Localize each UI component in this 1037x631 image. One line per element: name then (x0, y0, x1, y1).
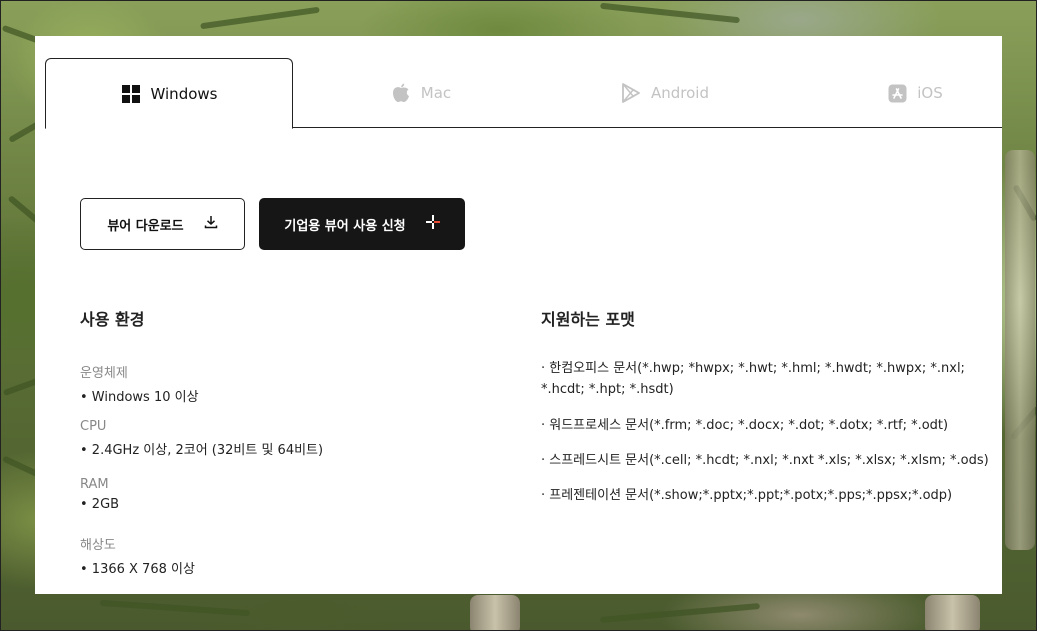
format-item-word: · 워드프로세스 문서(*.frm; *.doc; *.docx; *.dot;… (541, 418, 949, 433)
viewer-download-button[interactable]: 뷰어 다운로드 (80, 198, 245, 250)
spec-label: CPU (80, 419, 107, 434)
spec-ram: RAM • 2GB (80, 477, 119, 512)
windows-icon (121, 84, 141, 104)
tab-label: Windows (150, 84, 218, 103)
tab-mac[interactable]: Mac (331, 58, 511, 128)
spec-value: • 2.4GHz 이상, 2코어 (32비트 및 64비트) (80, 443, 324, 458)
spec-os: 운영체제 • Windows 10 이상 (80, 362, 199, 405)
spec-value: • 2GB (80, 497, 120, 512)
button-label: 기업용 뷰어 사용 신청 (284, 218, 406, 234)
tab-android[interactable]: Android (575, 58, 755, 128)
enterprise-viewer-apply-button[interactable]: 기업용 뷰어 사용 신청 (259, 198, 465, 250)
spec-value: • 1366 X 768 이상 (80, 562, 195, 577)
spec-resolution: 해상도 • 1366 X 768 이상 (80, 534, 195, 577)
spec-label: RAM (80, 477, 109, 492)
tab-label: Mac (420, 84, 452, 102)
viewer-download-card: Windows Mac Android iOS 뷰어 다운로드 기업용 뷰어 사… (35, 36, 1002, 594)
spec-label: 운영체제 (80, 366, 128, 381)
platform-tabs: Windows Mac Android iOS (35, 58, 1002, 129)
button-label: 뷰어 다운로드 (107, 218, 184, 234)
tab-ios[interactable]: iOS (835, 58, 995, 128)
spec-label: 해상도 (80, 538, 116, 553)
spec-cpu: CPU • 2.4GHz 이상, 2코어 (32비트 및 64비트) (80, 419, 323, 458)
plus-icon (425, 215, 440, 233)
tab-windows[interactable]: Windows (45, 58, 293, 129)
spec-value: • Windows 10 이상 (80, 390, 199, 405)
formats-title: 지원하는 포맷 (541, 310, 635, 329)
app-store-icon (887, 83, 907, 103)
format-item-presentation: · 프레젠테이션 문서(*.show;*.pptx;*.ppt;*.potx;*… (541, 488, 953, 503)
play-store-icon (621, 83, 641, 103)
tab-label: iOS (917, 84, 943, 102)
download-icon (204, 215, 218, 233)
format-item-hancom: · 한컴오피스 문서(*.hwp; *hwpx; *.hwt; *.hml; *… (541, 361, 965, 397)
apple-icon (391, 83, 411, 103)
tab-label: Android (651, 84, 709, 102)
format-item-spreadsheet: · 스프레드시트 문서(*.cell; *.hcdt; *.nxl; *.nxt… (541, 453, 989, 468)
requirements-title: 사용 환경 (80, 310, 145, 329)
